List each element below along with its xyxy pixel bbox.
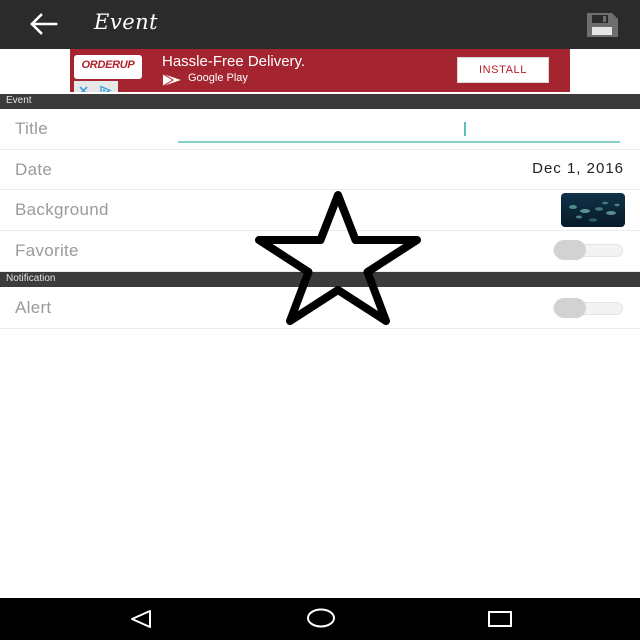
background-label: Background: [15, 200, 109, 219]
system-home-button[interactable]: [305, 607, 337, 629]
system-back-button[interactable]: [128, 608, 154, 630]
ad-install-button[interactable]: INSTALL: [457, 57, 549, 83]
favorite-row: Favorite: [0, 231, 640, 272]
back-button[interactable]: [26, 10, 60, 38]
circle-home-icon: [307, 608, 335, 628]
section-header-event: Event: [0, 94, 640, 109]
ad-brand-logo: ORDERUP: [74, 55, 142, 79]
alert-label: Alert: [15, 298, 52, 317]
triangle-back-icon: [131, 610, 151, 628]
text-cursor: [464, 122, 466, 136]
title-input[interactable]: [178, 119, 620, 143]
background-thumbnail[interactable]: [561, 193, 625, 227]
title-row: Title: [0, 109, 640, 150]
ad-banner[interactable]: ORDERUP Hassle-Free Delivery. Google Pla…: [70, 49, 570, 92]
background-row[interactable]: Background: [0, 190, 640, 231]
title-label: Title: [15, 119, 48, 138]
ad-headline: Hassle-Free Delivery.: [162, 53, 306, 70]
save-button[interactable]: [582, 9, 622, 41]
event-editor-screen: Event ORDERUP Hassle-Free Delivery. Goog…: [0, 0, 640, 640]
page-title: Event: [94, 10, 159, 34]
arrow-left-icon: [30, 13, 58, 35]
date-row[interactable]: Date Dec 1, 2016: [0, 150, 640, 190]
system-navigation-bar: [0, 598, 640, 640]
alert-toggle-thumb: [554, 298, 586, 318]
ad-store-badge: Google Play: [162, 72, 282, 88]
alert-row: Alert: [0, 287, 640, 329]
favorite-toggle-thumb: [554, 240, 586, 260]
date-value[interactable]: Dec 1, 2016: [532, 160, 624, 177]
ad-choices-badge[interactable]: [74, 81, 118, 92]
date-label: Date: [15, 160, 53, 179]
alert-toggle[interactable]: [553, 297, 623, 319]
background-preview-image: [561, 193, 625, 227]
system-recents-button[interactable]: [487, 609, 513, 629]
ad-choices-icon: [79, 85, 112, 92]
favorite-label: Favorite: [15, 241, 79, 260]
square-recents-icon: [488, 611, 512, 627]
floppy-disk-icon: [587, 13, 618, 37]
section-header-notification: Notification: [0, 272, 640, 287]
app-toolbar: Event: [0, 0, 640, 49]
favorite-toggle[interactable]: [553, 239, 623, 261]
google-play-icon: [162, 73, 181, 87]
